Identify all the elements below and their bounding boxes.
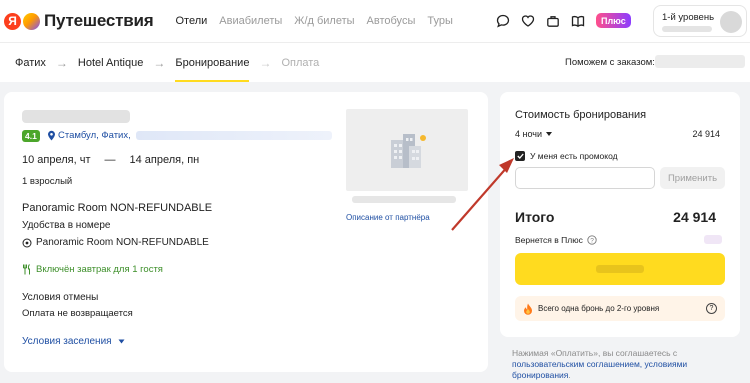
help-label: Поможем с заказом: bbox=[565, 57, 655, 68]
checkout-date: 14 апреля, пн bbox=[129, 154, 200, 166]
cashback-value-blurred bbox=[704, 235, 722, 244]
breadcrumb-district[interactable]: Фатих bbox=[15, 57, 46, 69]
nav-flights[interactable]: Авиабилеты bbox=[219, 15, 282, 27]
amenity-item: Panoramic Room NON-REFUNDABLE bbox=[22, 237, 209, 248]
nav-tours[interactable]: Туры bbox=[427, 15, 453, 27]
svg-text:?: ? bbox=[590, 237, 594, 244]
arrow-right-icon: → bbox=[259, 55, 272, 70]
hotel-details-card: 4.1 Стамбул, Фатих, 10 апреля, чт — 14 а… bbox=[4, 92, 488, 372]
nav-buses[interactable]: Автобусы bbox=[367, 15, 416, 27]
nights-price: 24 914 bbox=[692, 129, 720, 139]
amenities-title: Удобства в номере bbox=[22, 220, 111, 231]
terms-prefix: Нажимая «Оплатить», вы соглашаетесь с bbox=[512, 348, 678, 358]
nights-label: 4 ночи bbox=[515, 129, 542, 139]
room-type-icon bbox=[22, 238, 32, 247]
arrow-right-icon: → bbox=[153, 55, 166, 70]
total-label: Итого bbox=[515, 209, 555, 225]
breadcrumb: Фатих → Hotel Antique → Бронирование → О… bbox=[0, 42, 750, 82]
fork-knife-icon bbox=[23, 264, 30, 275]
rating-badge: 4.1 bbox=[22, 130, 40, 142]
booking-cost-title: Стоимость бронирования bbox=[515, 109, 647, 121]
cashback-label: Вернется в Плюс bbox=[515, 235, 583, 245]
heart-icon[interactable] bbox=[521, 14, 535, 28]
user-name-blurred bbox=[662, 26, 712, 32]
cashback-info: Вернется в Плюс ? bbox=[515, 235, 597, 245]
plus-badge[interactable]: Плюс bbox=[596, 13, 631, 28]
book-icon[interactable] bbox=[571, 14, 585, 28]
cancel-text: Оплата не возвращается bbox=[22, 308, 133, 319]
breadcrumb-hotel[interactable]: Hotel Antique bbox=[78, 57, 143, 69]
chat-icon[interactable] bbox=[496, 14, 510, 28]
help-phone-blurred bbox=[655, 55, 745, 68]
pay-button-label-blurred bbox=[596, 265, 644, 273]
terms-suffix: . bbox=[568, 370, 571, 380]
apply-promo-button[interactable]: Применить bbox=[660, 167, 725, 189]
stay-dates: 10 апреля, чт — 14 апреля, пн bbox=[22, 154, 199, 166]
breakfast-info: Включён завтрак для 1 гостя bbox=[22, 264, 163, 275]
total-value: 24 914 bbox=[673, 209, 716, 225]
top-header: Я Путешествия Отели Авиабилеты Ж/д билет… bbox=[0, 0, 750, 42]
room-title: Panoramic Room NON-REFUNDABLE bbox=[22, 202, 213, 214]
fire-icon bbox=[524, 303, 532, 315]
chevron-down-icon bbox=[118, 339, 125, 344]
yandex-travel-logo[interactable]: Я Путешествия bbox=[4, 11, 154, 31]
apply-label: Применить bbox=[667, 172, 718, 184]
plus-label: Плюс bbox=[601, 15, 626, 26]
question-icon[interactable]: ? bbox=[706, 303, 717, 314]
promo-checkbox[interactable] bbox=[515, 151, 525, 161]
user-menu[interactable]: 1-й уровень bbox=[653, 5, 747, 37]
user-level: 1-й уровень bbox=[662, 12, 715, 23]
level-promo-note: Всего одна бронь до 2-го уровня ? bbox=[515, 296, 725, 321]
checkin-date: 10 апреля, чт bbox=[22, 154, 91, 166]
partner-description-link[interactable]: Описание от партнёра bbox=[346, 213, 430, 222]
hotel-address[interactable]: Стамбул, Фатих, bbox=[58, 130, 131, 141]
yandex-logo-icon: Я bbox=[4, 12, 21, 30]
date-dash: — bbox=[104, 154, 116, 166]
travel-globe-icon bbox=[23, 12, 40, 30]
checkin-conditions-toggle[interactable]: Условия заселения bbox=[22, 336, 125, 347]
nights-dropdown[interactable]: 4 ночи bbox=[515, 129, 552, 139]
building-icon bbox=[391, 134, 426, 168]
breadcrumb-payment: Оплата bbox=[281, 56, 320, 69]
suitcase-icon[interactable] bbox=[546, 14, 560, 28]
pay-button[interactable] bbox=[515, 253, 725, 285]
promo-checkbox-label[interactable]: У меня есть промокод bbox=[530, 151, 618, 161]
app-title: Путешествия bbox=[44, 11, 154, 30]
checkin-conditions-label: Условия заселения bbox=[22, 336, 112, 347]
arrow-right-icon: → bbox=[55, 55, 68, 70]
address-blurred bbox=[136, 131, 332, 140]
hotel-photo-placeholder bbox=[346, 109, 468, 191]
breakfast-label: Включён завтрак для 1 гостя bbox=[36, 264, 163, 275]
promo-note-text: Всего одна бронь до 2-го уровня bbox=[538, 304, 660, 313]
terms-link[interactable]: пользовательским соглашением, условиями … bbox=[512, 359, 687, 380]
hotel-name-blurred bbox=[22, 110, 130, 123]
breadcrumb-booking: Бронирование bbox=[175, 56, 250, 82]
caret-down-icon bbox=[546, 132, 552, 136]
booking-summary-card: Стоимость бронирования 4 ночи 24 914 У м… bbox=[500, 92, 740, 337]
promo-code-input[interactable] bbox=[515, 167, 655, 189]
nav-trains[interactable]: Ж/д билеты bbox=[294, 15, 354, 27]
header-icons: Плюс bbox=[496, 13, 631, 28]
avatar bbox=[720, 11, 742, 33]
terms-note: Нажимая «Оплатить», вы соглашаетесь с по… bbox=[512, 348, 732, 381]
guests-count: 1 взрослый bbox=[22, 176, 73, 187]
map-pin-icon bbox=[48, 130, 55, 141]
nav-hotels[interactable]: Отели bbox=[175, 15, 207, 27]
cancel-title: Условия отмены bbox=[22, 292, 99, 303]
question-icon[interactable]: ? bbox=[587, 235, 597, 245]
photo-caption-blurred bbox=[352, 196, 456, 203]
main-nav: Отели Авиабилеты Ж/д билеты Автобусы Тур… bbox=[175, 15, 452, 27]
checkmark-icon bbox=[516, 153, 524, 159]
amenity-label: Panoramic Room NON-REFUNDABLE bbox=[36, 237, 209, 248]
